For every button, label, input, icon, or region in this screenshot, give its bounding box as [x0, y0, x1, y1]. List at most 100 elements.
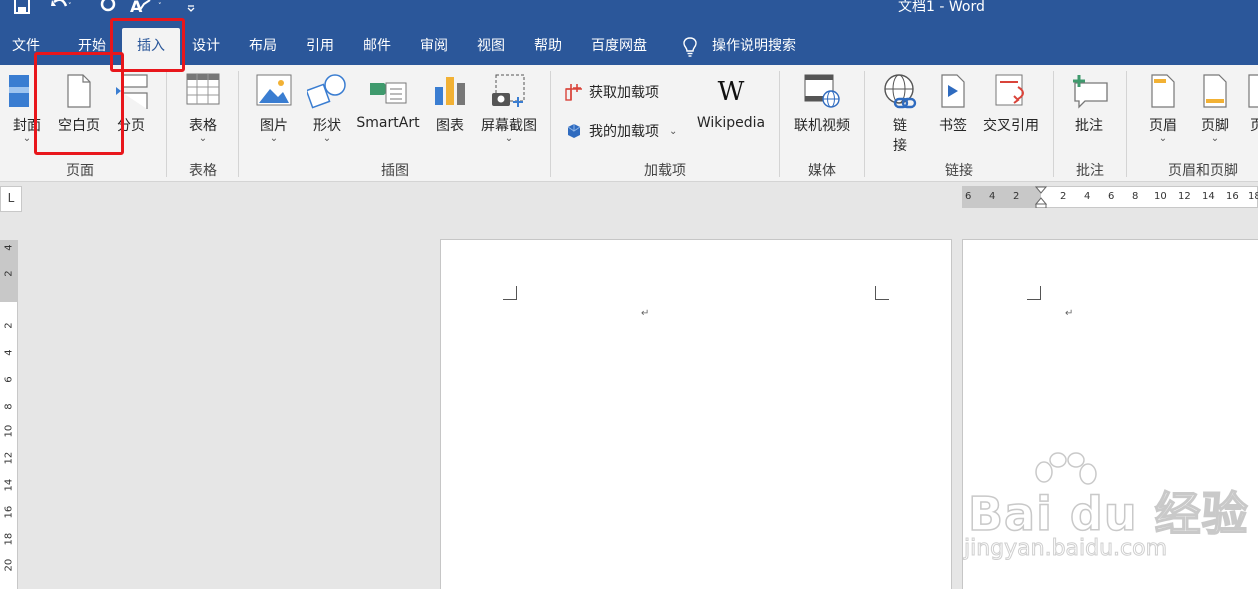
tab-design[interactable]: 设计: [192, 28, 220, 65]
cross-reference-label: 交叉引用: [983, 118, 1039, 134]
ruler-tab-selector[interactable]: L: [0, 186, 22, 212]
shapes-button[interactable]: 形状 ⌄: [304, 65, 350, 155]
link-label-line2: 接: [893, 138, 907, 154]
tab-help[interactable]: 帮助: [534, 28, 562, 65]
table-icon: [186, 73, 220, 105]
cover-page-icon: [9, 75, 29, 107]
page-number-button[interactable]: 页: [1246, 65, 1258, 155]
ruler-mark: 6: [1108, 191, 1115, 202]
online-video-icon: [804, 74, 840, 108]
my-addins-button[interactable]: 我的加载项 ⌄: [565, 120, 677, 142]
blank-page-icon: [67, 74, 91, 108]
chevron-down-icon: ⌄: [669, 125, 678, 137]
bookmark-icon: [941, 74, 965, 108]
smartart-icon: [370, 82, 407, 104]
tell-me-label: 操作说明搜索: [712, 38, 796, 54]
ruler-mark: 10: [3, 424, 15, 438]
document-page-2[interactable]: ↵: [962, 239, 1258, 589]
group-label-media: 媒体: [808, 163, 836, 179]
wikipedia-icon: W: [717, 77, 745, 107]
ruler-mark: 2: [1013, 191, 1020, 202]
link-button[interactable]: 链 接: [878, 65, 922, 157]
indent-marker-icon[interactable]: [1035, 186, 1047, 208]
tab-references[interactable]: 引用: [306, 28, 334, 65]
chart-button[interactable]: 图表: [430, 65, 470, 155]
chevron-down-icon: ⌄: [322, 133, 332, 144]
tab-layout[interactable]: 布局: [249, 28, 277, 65]
ruler-mark: 8: [3, 403, 15, 410]
document-page-1[interactable]: ↵: [440, 239, 952, 589]
group-label-header-footer: 页眉和页脚: [1168, 163, 1238, 179]
ruler-mark: 6: [965, 191, 972, 202]
group-separator: [166, 71, 167, 177]
my-addins-label: 我的加载项: [589, 124, 659, 140]
undo-icon[interactable]: ˅: [50, 0, 72, 14]
ruler-mark: 4: [1084, 191, 1091, 202]
link-icon: [884, 74, 917, 109]
tell-me-search[interactable]: 操作说明搜索: [682, 28, 796, 65]
lightbulb-icon: [683, 36, 697, 57]
spelling-icon[interactable]: A ˅: [130, 0, 170, 14]
chevron-down-icon: ⌄: [22, 133, 32, 144]
ribbon-insert: 封面 ⌄ 空白页 分页 页面 表格 ⌄ 表格 图片 ⌄ 形状 ⌄ SmartAr…: [0, 65, 1258, 182]
save-icon[interactable]: [14, 0, 30, 14]
table-label: 表格: [189, 118, 217, 134]
cover-page-button[interactable]: 封面 ⌄: [6, 65, 48, 155]
tab-review[interactable]: 审阅: [420, 28, 448, 65]
bookmark-button[interactable]: 书签: [934, 65, 972, 155]
cross-reference-button[interactable]: 交叉引用: [978, 65, 1044, 155]
ruler-mark: 18: [1248, 191, 1258, 202]
header-button[interactable]: 页眉 ⌄: [1140, 65, 1186, 155]
tab-insert[interactable]: 插入: [122, 28, 180, 65]
ruler-mark: 12: [1178, 191, 1191, 202]
footer-button[interactable]: 页脚 ⌄: [1192, 65, 1238, 155]
addin-icon: [567, 124, 581, 138]
group-label-links: 链接: [945, 163, 973, 179]
group-label-comments: 批注: [1076, 163, 1104, 179]
page-break-button[interactable]: 分页: [112, 65, 150, 155]
chevron-down-icon: ⌄: [1210, 133, 1220, 144]
comment-icon: [1073, 75, 1108, 109]
vertical-ruler[interactable]: 4 2 2 4 6 8 10 12 14 16 18 20: [0, 240, 18, 589]
get-addins-button[interactable]: 获取加载项: [565, 81, 659, 103]
redo-icon[interactable]: [100, 0, 118, 14]
picture-label: 图片: [260, 118, 288, 134]
ruler-mark: 2: [3, 322, 15, 329]
wikipedia-button[interactable]: W Wikipedia: [692, 65, 770, 155]
screenshot-button[interactable]: 屏幕截图 ⌄: [476, 65, 542, 155]
tab-view[interactable]: 视图: [477, 28, 505, 65]
ribbon-tabs: 文件 开始 插入 设计 布局 引用 邮件 审阅 视图 帮助 百度网盘 操作说明搜…: [0, 28, 1258, 65]
header-label: 页眉: [1149, 118, 1177, 134]
chevron-down-icon: ⌄: [269, 133, 279, 144]
group-label-illustrations: 插图: [381, 163, 409, 179]
ruler-mark: 6: [3, 376, 15, 383]
bookmark-label: 书签: [939, 118, 967, 134]
comment-button[interactable]: 批注: [1066, 65, 1112, 155]
tab-mailings[interactable]: 邮件: [363, 28, 391, 65]
online-video-button[interactable]: 联机视频: [788, 65, 856, 155]
paragraph-mark: ↵: [1065, 308, 1074, 319]
ruler-mark: 20: [3, 558, 15, 572]
ruler-mark: 4: [989, 191, 996, 202]
picture-button[interactable]: 图片 ⌄: [252, 65, 296, 155]
ruler-mark: 8: [1132, 191, 1139, 202]
page-number-icon: [1248, 74, 1258, 108]
margin-corner-mark: [1027, 286, 1041, 300]
blank-page-label: 空白页: [58, 118, 100, 134]
blank-page-button[interactable]: 空白页: [52, 65, 106, 155]
table-button[interactable]: 表格 ⌄: [180, 65, 226, 155]
comment-label: 批注: [1075, 118, 1103, 134]
tab-file[interactable]: 文件: [12, 28, 40, 65]
group-separator: [1126, 71, 1127, 177]
smartart-button[interactable]: SmartArt: [352, 65, 424, 155]
ruler-mark: 16: [3, 505, 15, 519]
horizontal-ruler[interactable]: 6 4 2 2 4 6 8 10 12 14 16 18: [962, 186, 1258, 208]
customize-toolbar-icon[interactable]: [186, 0, 196, 14]
footer-icon: [1203, 74, 1227, 108]
group-separator: [550, 71, 551, 177]
tab-baidu-netdisk[interactable]: 百度网盘: [591, 28, 647, 65]
paragraph-mark: ↵: [641, 308, 650, 319]
margin-corner-mark: [875, 286, 889, 300]
tab-home[interactable]: 开始: [78, 28, 106, 65]
tab-stop-icon: L: [7, 191, 15, 205]
